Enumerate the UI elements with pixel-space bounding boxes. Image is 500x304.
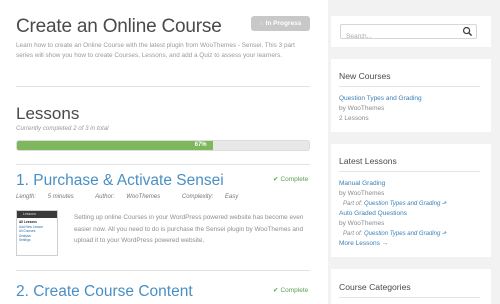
lessons-heading: Lessons xyxy=(16,104,80,123)
latest-lesson-byline: by WooThemes xyxy=(339,190,385,197)
widget-divider xyxy=(339,86,480,87)
part-of-course-link[interactable]: Question Types and Grading xyxy=(364,201,440,207)
part-of-course-link[interactable]: Question Types and Grading xyxy=(364,231,440,237)
course-main: Create an Online Course ◌ In Progress Lea… xyxy=(16,0,312,304)
divider xyxy=(16,164,310,165)
in-progress-label: In Progress xyxy=(265,20,302,27)
lesson-title-link[interactable]: 1. Purchase & Activate Sensei xyxy=(16,172,224,190)
latest-lessons-title: Latest Lessons xyxy=(339,156,397,166)
lesson-length: Length: 5 minutes xyxy=(16,194,84,200)
search-input[interactable] xyxy=(341,30,451,43)
latest-lesson-part-of: Part of: Question Types and Grading ⬏ xyxy=(343,230,447,237)
course-categories-title: Course Categories xyxy=(339,282,411,292)
lesson-complete-badge: ✔ Complete xyxy=(273,175,308,183)
progress-bar-fill: 67% xyxy=(17,141,213,150)
progress-text: Currently completed 2 of 3 in total xyxy=(16,125,109,132)
course-link-icon: ⬏ xyxy=(441,201,447,207)
author-value: WooThemes xyxy=(126,194,161,200)
progress-percent-label: 67% xyxy=(194,142,207,148)
lesson-complete-badge: ✔ Complete xyxy=(273,286,308,294)
complexity-label: Complexity: xyxy=(181,194,214,200)
author-label: Author: xyxy=(95,194,115,200)
complexity-value: Easy xyxy=(224,194,239,200)
lesson-complexity: Complexity: Easy xyxy=(182,194,248,200)
part-of-label: Part of: xyxy=(343,231,363,237)
lesson-meta: Length: 5 minutes Author: WooThemes Comp… xyxy=(16,194,258,200)
sidebar xyxy=(328,0,500,304)
checkmark-icon: ✔ xyxy=(273,176,279,183)
length-value: 5 minutes xyxy=(47,194,74,200)
latest-lesson-link[interactable]: Manual Grading xyxy=(339,180,385,187)
more-lessons-link[interactable]: More Lessons → xyxy=(339,240,388,247)
new-course-byline: by WooThemes xyxy=(339,105,385,112)
latest-lesson-part-of: Part of: Question Types and Grading ⬏ xyxy=(343,200,447,207)
progress-bar: 67% xyxy=(16,140,310,151)
checkmark-icon: ✔ xyxy=(273,287,279,294)
lesson-thumbnail[interactable]: Lessons All Lessons Add New Lesson All C… xyxy=(16,210,58,256)
course-description: Learn how to create an Online Course wit… xyxy=(16,42,295,59)
divider xyxy=(16,86,310,87)
course-link-icon: ⬏ xyxy=(441,231,447,237)
search-icon[interactable] xyxy=(462,26,473,37)
length-label: Length: xyxy=(16,194,37,200)
thumbnail-menu: All Lessons Add New Lesson All Courses A… xyxy=(17,218,57,245)
widget-divider xyxy=(339,171,480,172)
progress-spinner-icon: ◌ xyxy=(259,20,264,27)
divider xyxy=(16,270,310,271)
search-field xyxy=(340,24,477,43)
widget-divider xyxy=(339,297,480,298)
lesson-excerpt: Setting up online Courses in your WordPr… xyxy=(74,214,304,244)
lesson-title-link[interactable]: 2. Create Course Content xyxy=(16,283,193,301)
new-courses-title: New Courses xyxy=(339,71,391,81)
thumbnail-bar: Lessons xyxy=(17,211,57,218)
latest-lesson-link[interactable]: Auto Graded Questions xyxy=(339,210,407,217)
complete-label: Complete xyxy=(280,287,309,294)
thumbnail-menu-item: Settings xyxy=(19,238,31,243)
lesson-author: Author: WooThemes xyxy=(95,194,170,200)
in-progress-button[interactable]: ◌ In Progress xyxy=(251,16,310,31)
latest-lesson-byline: by WooThemes xyxy=(339,220,385,227)
new-course-link[interactable]: Question Types and Grading xyxy=(339,95,422,102)
course-title: Create an Online Course xyxy=(16,16,222,37)
part-of-label: Part of: xyxy=(343,201,363,207)
complete-label: Complete xyxy=(280,176,309,183)
new-course-lesson-count: 2 Lessons xyxy=(339,115,369,122)
